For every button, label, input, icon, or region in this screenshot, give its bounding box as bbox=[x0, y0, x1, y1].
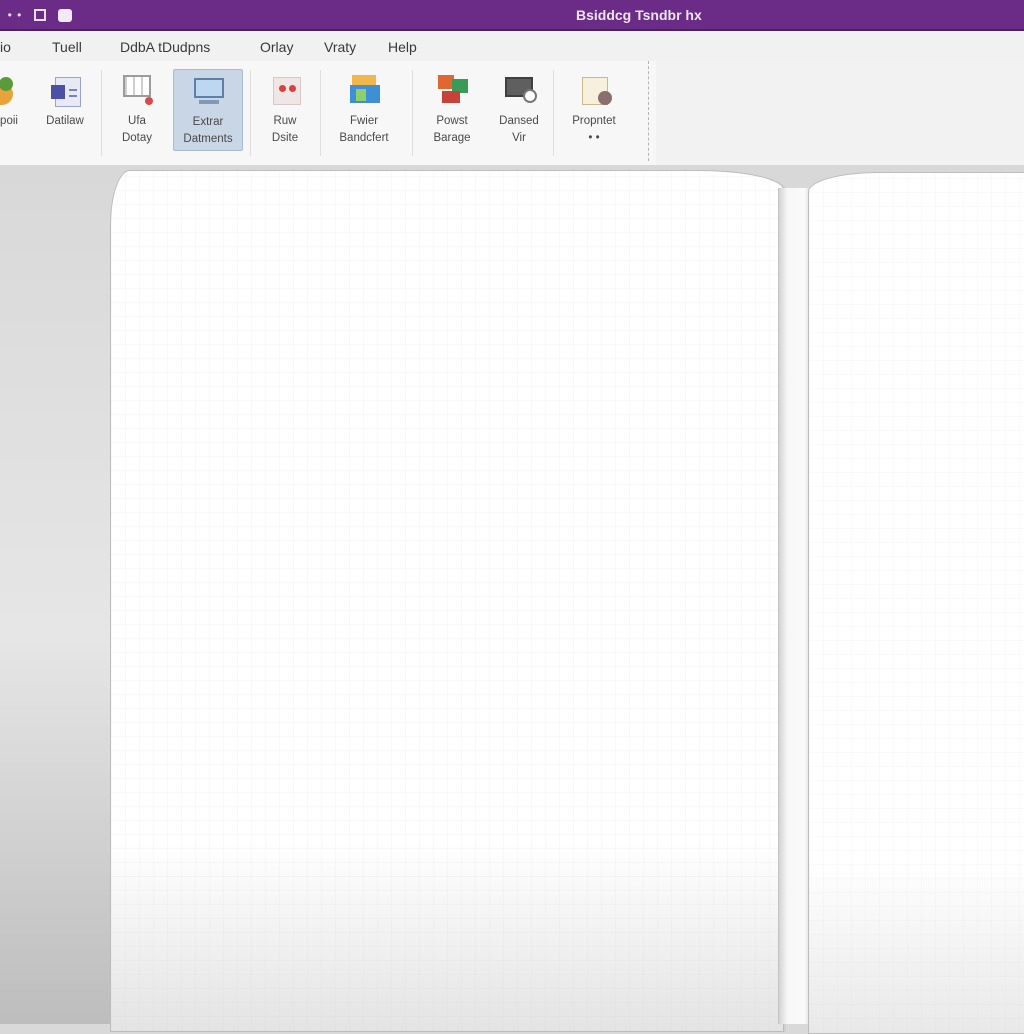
ribbon-button-label: Powst bbox=[436, 115, 468, 127]
window-title: Bsiddcg Tsndbr hx bbox=[576, 7, 702, 23]
ribbon-button-label: Bandcfert bbox=[339, 132, 389, 144]
ribbon-button-9[interactable]: Propntet • • bbox=[562, 69, 626, 151]
ribbon-button-label: Barage bbox=[433, 132, 471, 144]
save-icon[interactable] bbox=[56, 6, 74, 24]
menu-bar: io Tuell DdbA tDudpns Orlay Vraty Help bbox=[0, 31, 1024, 62]
menu-item-help[interactable]: Help bbox=[388, 39, 417, 55]
ribbon-button-8[interactable]: Dansed Vir bbox=[488, 69, 550, 151]
ribbon-divider bbox=[412, 70, 413, 156]
ribbon-button-5[interactable]: Ruw Dsite bbox=[254, 69, 316, 151]
grid-icon[interactable] bbox=[32, 6, 48, 24]
palette-icon bbox=[346, 75, 382, 107]
more-icon[interactable]: • • bbox=[4, 6, 26, 24]
ribbon-button-label: Datments bbox=[183, 133, 233, 145]
ribbon-divider bbox=[320, 70, 321, 156]
monitor-icon bbox=[190, 76, 226, 108]
brush-icon bbox=[434, 75, 470, 107]
shapes-icon bbox=[0, 75, 27, 107]
menu-item-tuell[interactable]: Tuell bbox=[52, 39, 82, 55]
ribbon-button-label: Dansed bbox=[499, 115, 539, 127]
ribbon-button-label: Extrar bbox=[192, 116, 224, 128]
menu-item-file[interactable]: io bbox=[0, 39, 11, 55]
ribbon-button-label: Datilaw bbox=[46, 115, 84, 127]
ribbon-button-label: Ruw bbox=[273, 115, 297, 127]
grid-layout-icon bbox=[119, 75, 155, 107]
ribbon-button-3[interactable]: Ufa Dotay bbox=[106, 69, 168, 151]
rule-icon bbox=[267, 75, 303, 107]
ribbon-button-7[interactable]: Powst Barage bbox=[420, 69, 484, 151]
ribbon-divider bbox=[101, 70, 102, 156]
ribbon-button-label: Propntet bbox=[572, 115, 616, 127]
document-icon bbox=[47, 75, 83, 107]
ribbon-divider bbox=[250, 70, 251, 156]
ribbon-button-6[interactable]: Fwier Bandcfert bbox=[328, 69, 400, 151]
ribbon-button-label: Dotay bbox=[121, 132, 153, 144]
document-page-right[interactable] bbox=[808, 172, 1024, 1034]
title-bar: • • Bsiddcg Tsndbr hx bbox=[0, 0, 1024, 31]
menu-item-vraty[interactable]: Vraty bbox=[324, 39, 356, 55]
document-page-left[interactable] bbox=[110, 170, 784, 1032]
ribbon-button-label: Fwier bbox=[349, 115, 379, 127]
ribbon-resize-handle[interactable] bbox=[648, 61, 655, 161]
menu-item-orlay[interactable]: Orlay bbox=[260, 39, 293, 55]
menu-item-ddba[interactable]: DdbA tDudpns bbox=[120, 39, 210, 55]
ribbon-button-4[interactable]: Extrar Datments bbox=[173, 69, 243, 151]
properties-icon bbox=[576, 75, 612, 107]
ribbon-button-2[interactable]: Datilaw bbox=[34, 69, 96, 151]
ribbon-button-label: • • bbox=[588, 132, 600, 144]
ribbon-empty-area bbox=[656, 61, 1024, 165]
ribbon-button-label: Ufa bbox=[128, 115, 146, 127]
ribbon-button-label: Vir bbox=[512, 132, 526, 144]
screen-icon bbox=[501, 75, 537, 107]
ribbon-divider bbox=[553, 70, 554, 156]
ribbon-button-label: Dsite bbox=[271, 132, 299, 144]
